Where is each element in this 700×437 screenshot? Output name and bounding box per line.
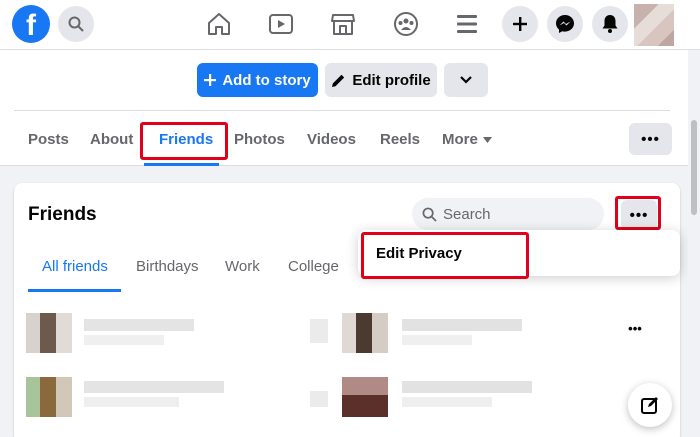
friend-name[interactable] (402, 319, 522, 331)
friends-card: Friends Search ••• All friends Birthdays… (14, 183, 680, 437)
subtab-college[interactable]: College (288, 258, 339, 275)
messenger-icon (556, 15, 574, 33)
compose-icon (641, 397, 658, 414)
friend-mutual (84, 335, 164, 345)
tab-more[interactable]: More (442, 131, 492, 148)
account-avatar[interactable] (634, 4, 674, 46)
subtab-work[interactable]: Work (225, 258, 260, 275)
pencil-icon (332, 74, 345, 87)
friend-action[interactable] (310, 319, 328, 343)
tab-posts[interactable]: Posts (28, 131, 69, 148)
friend-avatar[interactable] (26, 313, 72, 353)
plus-icon (513, 17, 527, 31)
friend-avatar[interactable] (26, 377, 72, 417)
top-navigation-bar: f (0, 0, 700, 50)
groups-icon[interactable] (389, 9, 423, 39)
edit-privacy-highlight (361, 232, 529, 279)
caret-down-icon (482, 136, 492, 143)
tab-more-label: More (442, 131, 478, 148)
facebook-logo[interactable]: f (12, 5, 50, 43)
edit-profile-label: Edit profile (352, 71, 431, 89)
friend-avatar[interactable] (342, 313, 388, 353)
dots-icon: ••• (641, 130, 660, 148)
friend-name[interactable] (84, 381, 224, 393)
dots-icon: ••• (628, 320, 642, 336)
notifications-button[interactable] (592, 6, 628, 42)
search-placeholder: Search (443, 205, 491, 223)
profile-header: Add to story Edit profile Posts About Fr… (0, 50, 700, 166)
plus-icon (204, 74, 217, 86)
friends-tab-highlight (140, 122, 228, 160)
friend-name[interactable] (402, 381, 532, 393)
search-icon (68, 16, 84, 32)
active-tab-indicator (144, 163, 219, 166)
scrollbar-thumb[interactable] (691, 120, 697, 215)
divider (14, 110, 670, 111)
page-scrollbar[interactable] (688, 50, 700, 437)
options-button-highlight (615, 196, 661, 230)
tab-videos[interactable]: Videos (307, 131, 356, 148)
friend-options-button[interactable]: ••• (626, 320, 644, 336)
subtab-all-friends[interactable]: All friends (42, 258, 108, 275)
search-icon (422, 207, 437, 222)
subtab-birthdays[interactable]: Birthdays (136, 258, 199, 275)
watch-icon[interactable] (264, 9, 298, 39)
friend-mutual (402, 397, 492, 407)
edit-profile-button[interactable]: Edit profile (325, 63, 437, 97)
friend-name[interactable] (84, 319, 194, 331)
active-subtab-indicator (28, 289, 121, 292)
notifications-icon (602, 15, 618, 33)
friend-avatar[interactable] (342, 377, 388, 417)
menu-icon[interactable] (450, 9, 484, 39)
friend-mutual (402, 335, 472, 345)
friend-mutual (84, 397, 179, 407)
marketplace-icon[interactable] (326, 9, 360, 39)
create-button[interactable] (502, 6, 538, 42)
friend-action[interactable] (310, 391, 328, 407)
home-icon[interactable] (202, 9, 236, 39)
messenger-button[interactable] (547, 6, 583, 42)
chevron-down-icon (460, 76, 472, 84)
tab-about[interactable]: About (90, 131, 133, 148)
friends-search-input[interactable]: Search (412, 198, 604, 230)
profile-options-button[interactable] (444, 63, 488, 97)
new-message-button[interactable] (628, 383, 672, 427)
tab-reels[interactable]: Reels (380, 131, 420, 148)
tab-photos[interactable]: Photos (234, 131, 285, 148)
tabs-more-options-button[interactable]: ••• (629, 123, 672, 155)
add-to-story-label: Add to story (222, 71, 311, 89)
add-to-story-button[interactable]: Add to story (197, 63, 318, 97)
search-button[interactable] (58, 6, 94, 42)
friends-title: Friends (28, 204, 97, 225)
